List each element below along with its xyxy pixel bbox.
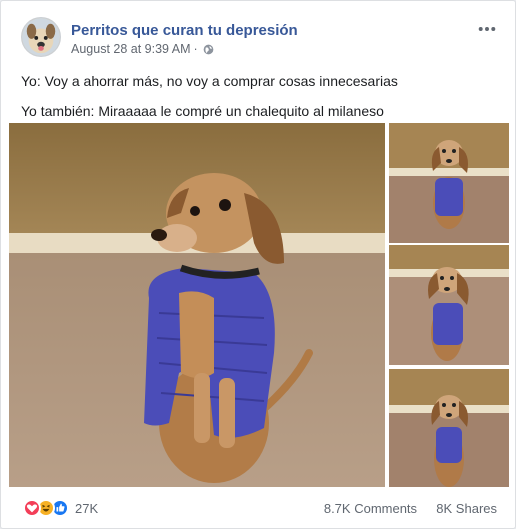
reactions-summary[interactable]: 27K bbox=[23, 499, 98, 517]
post-timestamp[interactable]: August 28 at 9:39 AM bbox=[71, 42, 191, 56]
thumbnail-photo-1[interactable] bbox=[389, 123, 509, 243]
more-horizontal-icon bbox=[478, 27, 496, 31]
post-text-line-2: Yo también: Miraaaaa le compré un chaleq… bbox=[21, 103, 384, 119]
thumbnail-photo-2[interactable] bbox=[389, 245, 509, 365]
photo-grid bbox=[9, 123, 509, 487]
reaction-count: 27K bbox=[75, 500, 99, 516]
post-text: Yo: Voy a ahorrar más, no voy a comprar … bbox=[21, 71, 398, 131]
post-text-line-1: Yo: Voy a ahorrar más, no voy a comprar … bbox=[21, 73, 398, 89]
globe-icon[interactable] bbox=[203, 44, 214, 55]
meta-separator: · bbox=[193, 42, 198, 56]
love-reaction-icon bbox=[23, 499, 41, 517]
more-options-button[interactable] bbox=[475, 19, 499, 39]
engagement-stats: 8.7K Comments 8K Shares bbox=[324, 501, 497, 516]
post-card: Perritos que curan tu depresión August 2… bbox=[0, 0, 516, 529]
shares-count-link[interactable]: 8K Shares bbox=[436, 501, 497, 516]
thumbnail-photo-3[interactable] bbox=[389, 369, 509, 487]
comments-count-link[interactable]: 8.7K Comments bbox=[324, 501, 417, 516]
page-name-link[interactable]: Perritos que curan tu depresión bbox=[71, 22, 298, 39]
post-meta: August 28 at 9:39 AM · bbox=[71, 42, 214, 56]
main-photo[interactable] bbox=[9, 123, 385, 487]
dog-avatar-icon bbox=[22, 18, 60, 56]
page-avatar[interactable] bbox=[21, 17, 61, 57]
